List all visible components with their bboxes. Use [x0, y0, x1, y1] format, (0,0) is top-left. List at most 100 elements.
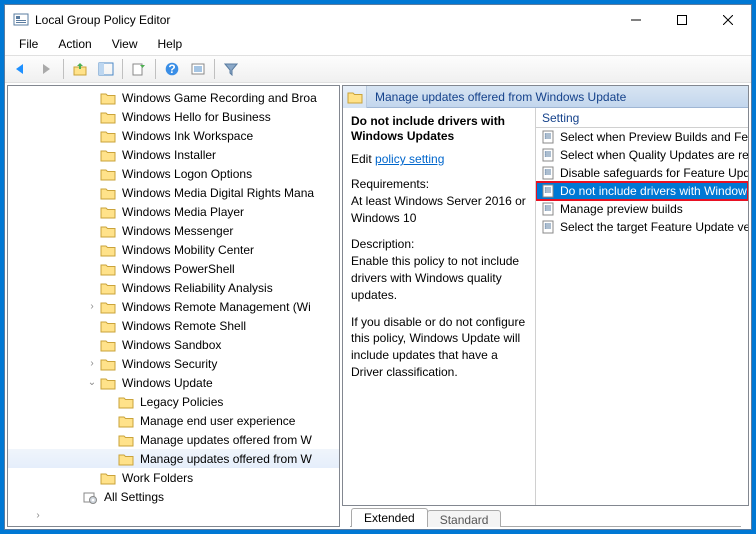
- folder-icon: [100, 281, 116, 295]
- tree-item[interactable]: Legacy Policies: [8, 392, 339, 411]
- selected-policy-title: Do not include drivers with Windows Upda…: [351, 114, 527, 144]
- tree-item-label: All Settings: [102, 489, 166, 505]
- tree-item-label: Windows Update: [120, 375, 215, 391]
- export-button[interactable]: [127, 58, 151, 80]
- tree-item-label: Manage updates offered from W: [138, 451, 314, 467]
- tree-item[interactable]: Windows Mobility Center: [8, 240, 339, 259]
- app-icon: [13, 12, 29, 28]
- folder-icon: [118, 452, 134, 466]
- tree-item[interactable]: Manage updates offered from W: [8, 430, 339, 449]
- menu-action[interactable]: Action: [50, 35, 99, 53]
- tab-standard[interactable]: Standard: [427, 510, 502, 527]
- show-hide-tree-button[interactable]: [94, 58, 118, 80]
- tree-item-label: Manage updates offered from W: [138, 432, 314, 448]
- tree-item-label: Windows Mobility Center: [120, 242, 256, 258]
- tree-item[interactable]: Manage end user experience: [8, 411, 339, 430]
- help-button[interactable]: ?: [160, 58, 184, 80]
- policy-row[interactable]: Do not include drivers with Windows U: [536, 182, 748, 200]
- tree-item[interactable]: Windows PowerShell: [8, 259, 339, 278]
- policy-row[interactable]: Manage preview builds: [536, 200, 748, 218]
- folder-icon: [100, 186, 116, 200]
- tree-item-label: Windows Media Digital Rights Mana: [120, 185, 316, 201]
- policy-label: Disable safeguards for Feature Updates: [560, 166, 748, 180]
- tree-item[interactable]: › Windows Remote Management (Wi: [8, 297, 339, 316]
- toolbar-separator: [214, 59, 215, 79]
- policy-icon: [540, 129, 556, 145]
- tree-item[interactable]: ›Windows Security: [8, 354, 339, 373]
- toolbar-separator: [155, 59, 156, 79]
- main-area: Windows Game Recording and Broa Windows H…: [5, 83, 751, 529]
- toolbar-separator: [122, 59, 123, 79]
- tree-item[interactable]: ⌄ Windows Update: [8, 373, 339, 392]
- chevron-right-icon[interactable]: ›: [84, 302, 100, 312]
- tree-item-label: Windows Logon Options: [120, 166, 254, 182]
- folder-icon: [100, 338, 116, 352]
- minimize-button[interactable]: [613, 5, 659, 35]
- policy-row[interactable]: Select when Quality Updates are receiv: [536, 146, 748, 164]
- policy-row[interactable]: Disable safeguards for Feature Updates: [536, 164, 748, 182]
- chevron-right-icon[interactable]: ›: [84, 359, 100, 369]
- forward-button[interactable]: [35, 58, 59, 80]
- up-button[interactable]: [68, 58, 92, 80]
- tree-item[interactable]: Windows Logon Options: [8, 164, 339, 183]
- tree-item-label: Windows Remote Management (Wi: [120, 299, 313, 315]
- description-text-2: If you disable or do not configure this …: [351, 314, 527, 381]
- tree-item[interactable]: Windows Remote Shell: [8, 316, 339, 335]
- properties-button[interactable]: [186, 58, 210, 80]
- folder-icon: [118, 395, 134, 409]
- tree-item-label: Windows Hello for Business: [120, 109, 273, 125]
- folder-icon: [100, 471, 116, 485]
- back-button[interactable]: [9, 58, 33, 80]
- folder-icon: [100, 91, 116, 105]
- tree-item[interactable]: Windows Game Recording and Broa: [8, 88, 339, 107]
- folder-icon: [100, 300, 116, 314]
- chevron-right-icon[interactable]: ›: [30, 511, 46, 521]
- tree-item[interactable]: All Settings: [8, 487, 339, 506]
- tree-item[interactable]: Windows Sandbox: [8, 335, 339, 354]
- tree-item[interactable]: Windows Installer: [8, 145, 339, 164]
- tab-extended[interactable]: Extended: [351, 508, 428, 527]
- folder-icon: [100, 148, 116, 162]
- tree-item-label: Windows Sandbox: [120, 337, 223, 353]
- folder-icon: [100, 167, 116, 181]
- titlebar: Local Group Policy Editor: [5, 5, 751, 35]
- policy-setting-link[interactable]: policy setting: [375, 152, 444, 166]
- policy-row[interactable]: Select when Preview Builds and Feature: [536, 128, 748, 146]
- menu-view[interactable]: View: [104, 35, 146, 53]
- tree-item[interactable]: Manage updates offered from W: [8, 449, 339, 468]
- policy-icon: [540, 183, 556, 199]
- detail-pane: Do not include drivers with Windows Upda…: [343, 108, 536, 505]
- tree-item[interactable]: Windows Ink Workspace: [8, 126, 339, 145]
- svg-text:?: ?: [168, 62, 175, 76]
- tree-item[interactable]: ›: [8, 506, 339, 525]
- content-header-title: Manage updates offered from Windows Upda…: [367, 90, 748, 104]
- policy-label: Select the target Feature Update versio: [560, 220, 748, 234]
- description-label: Description:: [351, 236, 527, 253]
- maximize-button[interactable]: [659, 5, 705, 35]
- tree-item[interactable]: Windows Media Digital Rights Mana: [8, 183, 339, 202]
- menu-file[interactable]: File: [11, 35, 46, 53]
- tree-item-label: Manage end user experience: [138, 413, 297, 429]
- tree[interactable]: Windows Game Recording and Broa Windows H…: [8, 86, 339, 526]
- tree-item[interactable]: Work Folders: [8, 468, 339, 487]
- toolbar: ?: [5, 55, 751, 83]
- tree-item-label: Windows Media Player: [120, 204, 246, 220]
- tree-item[interactable]: Windows Hello for Business: [8, 107, 339, 126]
- gpedit-window: Local Group Policy Editor File Action Vi…: [4, 4, 752, 530]
- settings-column-header[interactable]: Setting: [536, 108, 748, 128]
- close-button[interactable]: [705, 5, 751, 35]
- chevron-down-icon[interactable]: ⌄: [84, 378, 100, 388]
- tree-item[interactable]: Windows Media Player: [8, 202, 339, 221]
- tree-item[interactable]: Windows Reliability Analysis: [8, 278, 339, 297]
- right-pane: Manage updates offered from Windows Upda…: [342, 85, 749, 527]
- tree-item-label: Windows PowerShell: [120, 261, 237, 277]
- tree-item[interactable]: Windows Messenger: [8, 221, 339, 240]
- policy-row[interactable]: Select the target Feature Update versio: [536, 218, 748, 236]
- policy-icon: [540, 219, 556, 235]
- menu-help[interactable]: Help: [150, 35, 191, 53]
- folder-icon: [82, 490, 98, 504]
- folder-icon: [100, 376, 116, 390]
- settings-list[interactable]: Select when Preview Builds and FeatureSe…: [536, 128, 748, 505]
- edit-label: Edit: [351, 152, 375, 166]
- filter-button[interactable]: [219, 58, 243, 80]
